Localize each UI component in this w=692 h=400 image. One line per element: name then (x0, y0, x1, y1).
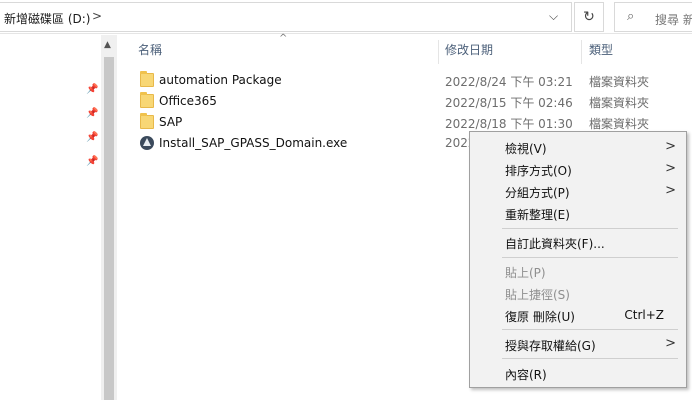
submenu-chevron-icon: > (665, 139, 676, 154)
file-name: SAP (159, 115, 183, 129)
menu-item-properties[interactable]: 內容(R) (470, 362, 686, 384)
menu-item-label: 貼上(P) (505, 266, 546, 280)
menu-item-label: 授與存取權給(G) (505, 339, 596, 353)
file-type: 檔案資料夾 (589, 96, 650, 110)
menu-item-label: 貼上捷徑(S) (505, 288, 570, 302)
menu-item-label: 重新整理(E) (505, 208, 570, 222)
file-row[interactable]: Office365 2022/8/15 下午 02:46 檔案資料夾 (130, 91, 690, 112)
search-placeholder: 搜尋 新 (655, 13, 692, 27)
breadcrumb-chevron-icon[interactable]: > (92, 9, 102, 23)
pin-icon: 📌 (86, 132, 99, 143)
app-icon (140, 136, 154, 150)
submenu-chevron-icon: > (665, 161, 676, 176)
file-name: automation Package (159, 73, 282, 87)
menu-item-sort-by[interactable]: 排序方式(O) > (470, 158, 686, 180)
folder-icon (140, 71, 154, 87)
navigation-scrollbar[interactable]: ▲ (101, 35, 117, 400)
file-date: 2022/8/18 下午 01:30 (445, 117, 573, 131)
menu-item-give-access[interactable]: 授與存取權給(G) > (470, 333, 686, 355)
submenu-chevron-icon: > (665, 336, 676, 351)
file-type: 檔案資料夾 (589, 75, 650, 89)
menu-item-label: 檢視(V) (505, 142, 547, 156)
address-dropdown-icon[interactable]: ⌵ (549, 9, 558, 24)
menu-separator (502, 329, 678, 330)
address-toolbar: 新增磁碟區 (D:) > ⌵ ↻ ⌕ 搜尋 新 (0, 0, 692, 34)
address-bar[interactable]: 新增磁碟區 (D:) > ⌵ (0, 2, 572, 32)
menu-item-label: 自訂此資料夾(F)... (505, 237, 605, 251)
folder-icon (140, 92, 154, 108)
pin-icon: 📌 (86, 84, 99, 95)
refresh-button[interactable]: ↻ (574, 2, 604, 32)
context-menu: 檢視(V) > 排序方式(O) > 分組方式(P) > 重新整理(E) 自訂此資… (469, 131, 687, 388)
file-name: Install_SAP_GPASS_Domain.exe (159, 136, 348, 150)
scrollbar-thumb[interactable] (104, 57, 114, 400)
address-path[interactable]: 新增磁碟區 (D:) (4, 10, 90, 27)
file-type: 檔案資料夾 (589, 117, 650, 131)
file-date: 2022/8/24 下午 03:21 (445, 75, 573, 89)
navigation-pane[interactable]: 📌 📌 📌 📌 (0, 35, 101, 400)
menu-item-view[interactable]: 檢視(V) > (470, 136, 686, 158)
scroll-up-icon[interactable]: ▲ (104, 40, 111, 50)
menu-separator (502, 228, 678, 229)
column-header-name[interactable]: 名稱 (138, 36, 438, 64)
file-name: Office365 (159, 94, 217, 108)
menu-item-label: 內容(R) (505, 368, 547, 382)
menu-item-paste[interactable]: 貼上(P) (470, 260, 686, 282)
column-header-date[interactable]: 修改日期 (445, 36, 580, 64)
file-row[interactable]: SAP 2022/8/18 下午 01:30 檔案資料夾 (130, 112, 690, 133)
column-header-type[interactable]: 類型 (589, 36, 689, 64)
column-divider[interactable] (581, 40, 582, 64)
menu-item-refresh[interactable]: 重新整理(E) (470, 202, 686, 224)
folder-icon (140, 113, 154, 129)
file-date: 2022/8/15 下午 02:46 (445, 96, 573, 110)
pin-icon: 📌 (86, 156, 99, 167)
file-row[interactable]: automation Package 2022/8/24 下午 03:21 檔案… (130, 70, 690, 91)
menu-item-group-by[interactable]: 分組方式(P) > (470, 180, 686, 202)
menu-separator (502, 257, 678, 258)
pin-icon: 📌 (86, 108, 99, 119)
menu-item-undo-delete[interactable]: 復原 刪除(U) Ctrl+Z (470, 304, 686, 326)
menu-item-customize-folder[interactable]: 自訂此資料夾(F)... (470, 231, 686, 253)
search-icon: ⌕ (627, 9, 635, 24)
search-input[interactable]: ⌕ 搜尋 新 (614, 2, 692, 32)
menu-item-label: 分組方式(P) (505, 186, 570, 200)
menu-item-label: 復原 刪除(U) (505, 310, 575, 324)
menu-item-shortcut: Ctrl+Z (624, 308, 664, 322)
menu-item-label: 排序方式(O) (505, 164, 572, 178)
menu-separator (502, 358, 678, 359)
menu-item-paste-shortcut[interactable]: 貼上捷徑(S) (470, 282, 686, 304)
submenu-chevron-icon: > (665, 183, 676, 198)
column-divider[interactable] (438, 40, 439, 64)
